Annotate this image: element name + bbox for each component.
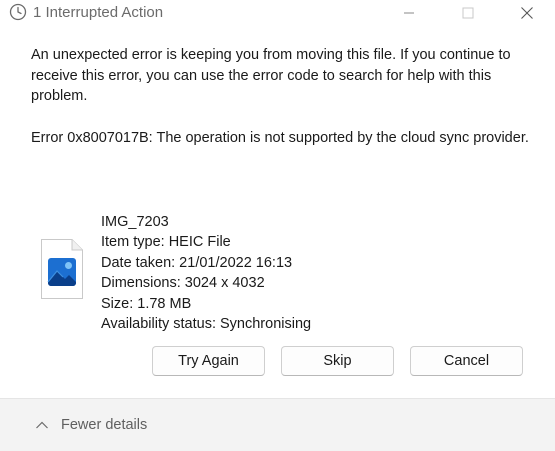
skip-button[interactable]: Skip (281, 346, 394, 376)
fewer-details-label: Fewer details (61, 417, 148, 433)
fewer-details-toggle[interactable]: Fewer details (35, 417, 147, 433)
error-code: Error 0x8007017B: The operation is not s… (31, 130, 529, 146)
maximize-button[interactable] (445, 0, 491, 26)
file-name: IMG_7203 (101, 214, 169, 230)
clock-icon (9, 3, 27, 21)
availability-status: Availability status: Synchronising (101, 316, 312, 333)
minimize-icon (404, 12, 414, 14)
file-size: Size: 1.78 MB (101, 295, 192, 312)
title-bar: 1 Interrupted Action (0, 0, 555, 26)
chevron-up-icon (36, 421, 48, 429)
dialog-footer: Fewer details (0, 398, 555, 451)
window-title: 1 Interrupted Action (33, 4, 164, 21)
file-details: IMG_7203 Item type: HEIC File Date taken… (101, 212, 311, 334)
maximize-icon (462, 7, 474, 19)
close-icon (521, 7, 533, 19)
error-message: An unexpected error is keeping you from … (31, 47, 511, 104)
close-button[interactable] (504, 0, 550, 26)
try-again-button[interactable]: Try Again (152, 346, 265, 376)
minimize-button[interactable] (386, 0, 432, 26)
dimensions: Dimensions: 3024 x 4032 (101, 275, 265, 292)
item-type: Item type: HEIC File (101, 234, 231, 251)
cancel-button[interactable]: Cancel (410, 346, 523, 376)
date-taken: Date taken: 21/01/2022 16:13 (101, 254, 293, 271)
interrupted-action-dialog: 1 Interrupted Action An unexpected error… (0, 0, 555, 451)
image-file-icon (41, 239, 83, 299)
